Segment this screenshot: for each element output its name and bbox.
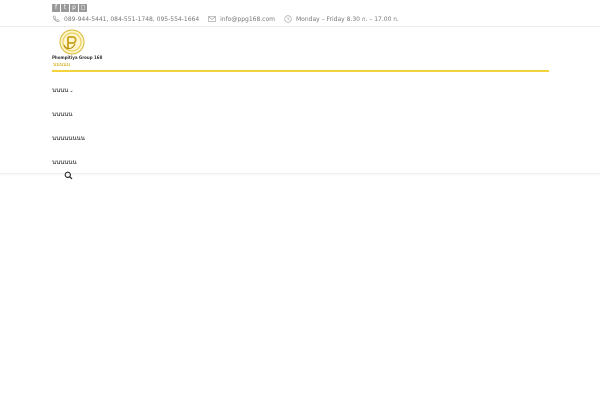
menu-item-label: นนนน xyxy=(52,87,69,94)
chevron-down-icon: ⌄ xyxy=(69,88,74,94)
contact-info: 089-944-5441, 084-551-1748, 095-554-1664… xyxy=(52,14,399,24)
email-icon xyxy=(208,15,217,23)
facebook-icon[interactable]: f xyxy=(52,4,60,12)
menu-item-1[interactable]: นนนน⌄ xyxy=(52,85,74,95)
phone-icon xyxy=(52,15,61,23)
menu-item-label: นนนนนนนน xyxy=(52,135,85,142)
menu-item-3[interactable]: นนนนนนนน xyxy=(52,133,85,143)
logo-tagline: นนนนน xyxy=(53,62,71,68)
social-links: f t p ◻ xyxy=(52,4,87,12)
header-accent-line xyxy=(52,70,549,72)
twitter-icon[interactable]: t xyxy=(61,4,69,12)
menu-item-2[interactable]: นนนนน xyxy=(52,109,73,119)
email-link[interactable]: info@ppg168.com xyxy=(220,16,275,23)
menu-item-label: นนนนน xyxy=(52,111,73,118)
search-icon[interactable] xyxy=(64,165,73,180)
clock-icon xyxy=(284,15,293,23)
business-hours: Monday – Friday 8.30 ก. – 17.00 ก. xyxy=(296,16,399,23)
instagram-icon[interactable]: ◻ xyxy=(79,4,87,12)
company-name: Phompitiya Group 168 xyxy=(52,55,103,60)
pinterest-icon[interactable]: p xyxy=(70,4,78,12)
top-bar: f t p ◻ 089-944-5441, 084-551-1748, 095-… xyxy=(0,0,600,27)
phone-numbers[interactable]: 089-944-5441, 084-551-1748, 095-554-1664 xyxy=(64,16,199,23)
